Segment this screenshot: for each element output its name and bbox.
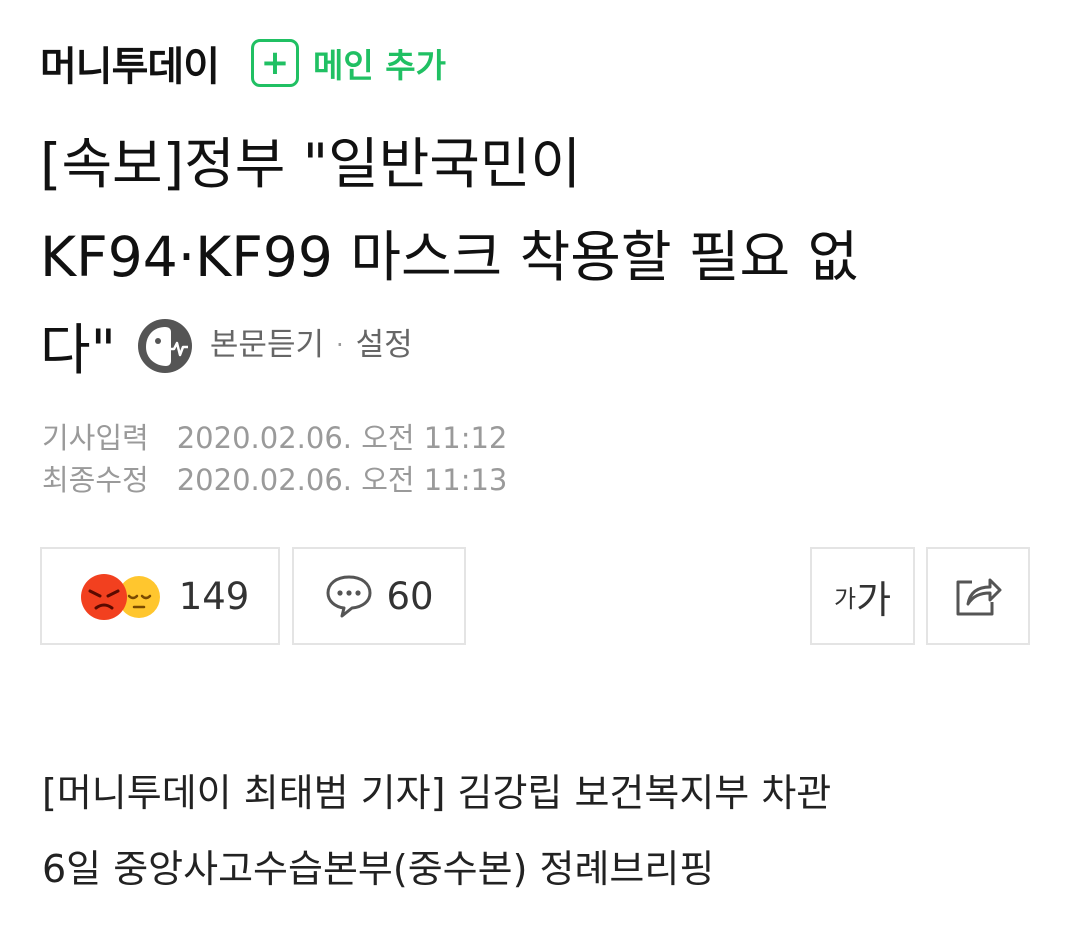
article-dates: 기사입력 2020.02.06. 오전 11:12 최종수정 2020.02.06.… — [42, 417, 507, 501]
headline-line-2: KF94·KF99 마스크 착용할 필요 없 — [40, 225, 859, 289]
body-line-2: 6일 중앙사고수습본부(중수본) 정례브리핑 — [42, 847, 715, 891]
add-to-main-button[interactable]: + 메인 추가 — [251, 39, 446, 87]
font-size-small-glyph: 가 — [833, 584, 857, 613]
headline-line-3: 다" 본문듣기 · 설정 — [40, 304, 1040, 400]
reaction-button[interactable]: 149 — [40, 547, 280, 645]
date-input-value: 2020.02.06. 오전 11:12 — [176, 421, 508, 455]
listen-icon[interactable] — [136, 317, 194, 375]
date-input-row: 기사입력 2020.02.06. 오전 11:12 — [42, 417, 507, 459]
article-headline: [속보]정부 "일반국민이 KF94·KF99 마스크 착용할 필요 없 다" … — [40, 118, 1040, 400]
reaction-count: 149 — [178, 574, 250, 618]
font-size-button[interactable]: 가가 — [810, 547, 915, 645]
listen-button[interactable]: 본문듣기 — [210, 299, 324, 392]
press-header: 머니투데이 + 메인 추가 — [40, 34, 446, 92]
headline-line-3-text: 다" — [40, 318, 116, 382]
add-to-main-label: 메인 추가 — [313, 46, 446, 85]
article-body: [머니투데이 최태범 기자] 김강립 보건복지부 차관 6일 중앙사고수습본부(… — [42, 755, 1042, 907]
body-line-1: [머니투데이 최태범 기자] 김강립 보건복지부 차관 — [42, 771, 832, 815]
reaction-emoji-icons — [80, 574, 160, 620]
date-modified-value: 2020.02.06. 오전 11:13 — [176, 463, 508, 497]
plus-icon: + — [251, 39, 299, 87]
share-icon — [956, 578, 1002, 616]
comment-button[interactable]: 60 — [292, 547, 466, 645]
press-logo[interactable]: 머니투데이 — [40, 34, 220, 92]
date-modified-row: 최종수정 2020.02.06. 오전 11:13 — [42, 459, 507, 501]
tts-settings-button[interactable]: 설정 — [356, 299, 413, 392]
article-actions: 149 60 가가 — [40, 547, 1030, 645]
date-modified-label: 최종수정 — [42, 463, 149, 497]
tts-controls: 본문듣기 · 설정 — [136, 299, 413, 392]
font-size-large-glyph: 가 — [856, 577, 892, 622]
share-button[interactable] — [926, 547, 1030, 645]
date-input-label: 기사입력 — [42, 421, 149, 455]
tts-separator: · — [336, 331, 344, 360]
comment-count: 60 — [386, 574, 434, 618]
angry-emoji-icon — [80, 574, 127, 620]
comment-icon — [326, 575, 372, 618]
headline-line-1: [속보]정부 "일반국민이 — [40, 132, 582, 196]
